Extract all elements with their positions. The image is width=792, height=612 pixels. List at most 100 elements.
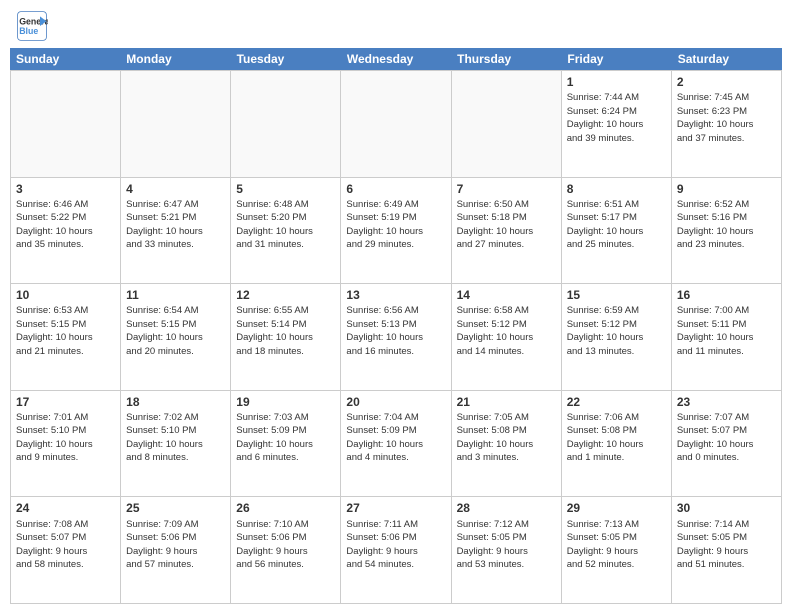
day-cell-3: 3 Sunrise: 6:46 AM Sunset: 5:22 PM Daylig…	[11, 178, 121, 284]
day-cell-15: 15 Sunrise: 6:59 AM Sunset: 5:12 PM Dayli…	[562, 284, 672, 390]
day-number: 24	[16, 500, 115, 516]
day-info: Sunrise: 7:09 AM Sunset: 5:06 PM Dayligh…	[126, 519, 198, 571]
day-cell-5: 5 Sunrise: 6:48 AM Sunset: 5:20 PM Daylig…	[231, 178, 341, 284]
day-info: Sunrise: 6:59 AM Sunset: 5:12 PM Dayligh…	[567, 305, 644, 357]
day-cell-27: 27Sunrise: 7:11 AM Sunset: 5:06 PM Dayli…	[341, 497, 451, 603]
day-number: 20	[346, 394, 445, 410]
day-number: 17	[16, 394, 115, 410]
day-number: 1	[567, 74, 666, 90]
day-cell-30: 30Sunrise: 7:14 AM Sunset: 5:05 PM Dayli…	[672, 497, 782, 603]
empty-cell	[341, 71, 451, 177]
day-info: Sunrise: 6:54 AM Sunset: 5:15 PM Dayligh…	[126, 305, 203, 357]
day-number: 10	[16, 287, 115, 303]
day-cell-9: 9 Sunrise: 6:52 AM Sunset: 5:16 PM Daylig…	[672, 178, 782, 284]
day-number: 2	[677, 74, 776, 90]
day-number: 12	[236, 287, 335, 303]
day-number: 7	[457, 181, 556, 197]
day-info: Sunrise: 6:51 AM Sunset: 5:17 PM Dayligh…	[567, 199, 644, 251]
empty-cell	[452, 71, 562, 177]
calendar: SundayMondayTuesdayWednesdayThursdayFrid…	[10, 48, 782, 604]
day-cell-17: 17 Sunrise: 7:01 AM Sunset: 5:10 PM Dayli…	[11, 391, 121, 497]
day-number: 5	[236, 181, 335, 197]
day-number: 19	[236, 394, 335, 410]
day-number: 18	[126, 394, 225, 410]
day-info: Sunrise: 7:01 AM Sunset: 5:10 PM Dayligh…	[16, 412, 93, 464]
day-number: 25	[126, 500, 225, 516]
day-cell-4: 4 Sunrise: 6:47 AM Sunset: 5:21 PM Daylig…	[121, 178, 231, 284]
header-day-tuesday: Tuesday	[231, 48, 341, 70]
day-info: Sunrise: 6:52 AM Sunset: 5:16 PM Dayligh…	[677, 199, 754, 251]
day-number: 23	[677, 394, 776, 410]
day-number: 8	[567, 181, 666, 197]
day-number: 22	[567, 394, 666, 410]
day-info: Sunrise: 6:53 AM Sunset: 5:15 PM Dayligh…	[16, 305, 93, 357]
day-cell-2: 2 Sunrise: 7:45 AM Sunset: 6:23 PM Daylig…	[672, 71, 782, 177]
day-number: 29	[567, 500, 666, 516]
day-cell-24: 24 Sunrise: 7:08 AM Sunset: 5:07 PM Dayli…	[11, 497, 121, 603]
header-day-sunday: Sunday	[10, 48, 120, 70]
day-cell-28: 28 Sunrise: 7:12 AM Sunset: 5:05 PM Dayli…	[452, 497, 562, 603]
day-cell-23: 23 Sunrise: 7:07 AM Sunset: 5:07 PM Dayli…	[672, 391, 782, 497]
day-info: Sunrise: 6:47 AM Sunset: 5:21 PM Dayligh…	[126, 199, 203, 251]
day-number: 28	[457, 500, 556, 516]
day-cell-10: 10 Sunrise: 6:53 AM Sunset: 5:15 PM Dayli…	[11, 284, 121, 390]
week-row-4: 17 Sunrise: 7:01 AM Sunset: 5:10 PM Dayli…	[11, 391, 782, 498]
day-info: Sunrise: 7:02 AM Sunset: 5:10 PM Dayligh…	[126, 412, 203, 464]
day-number: 15	[567, 287, 666, 303]
day-cell-19: 19Sunrise: 7:03 AM Sunset: 5:09 PM Dayli…	[231, 391, 341, 497]
empty-cell	[231, 71, 341, 177]
day-cell-7: 7 Sunrise: 6:50 AM Sunset: 5:18 PM Daylig…	[452, 178, 562, 284]
day-cell-20: 20 Sunrise: 7:04 AM Sunset: 5:09 PM Dayli…	[341, 391, 451, 497]
day-number: 14	[457, 287, 556, 303]
header-day-monday: Monday	[120, 48, 230, 70]
day-info: Sunrise: 7:05 AM Sunset: 5:08 PM Dayligh…	[457, 412, 534, 464]
day-info: Sunrise: 7:12 AM Sunset: 5:05 PM Dayligh…	[457, 519, 529, 571]
day-cell-11: 11 Sunrise: 6:54 AM Sunset: 5:15 PM Dayli…	[121, 284, 231, 390]
calendar-header: SundayMondayTuesdayWednesdayThursdayFrid…	[10, 48, 782, 70]
page: General Blue SundayMondayTuesdayWednesda…	[0, 0, 792, 612]
day-info: Sunrise: 7:44 AM Sunset: 6:24 PM Dayligh…	[567, 92, 644, 144]
header: General Blue	[0, 0, 792, 48]
day-info: Sunrise: 6:58 AM Sunset: 5:12 PM Dayligh…	[457, 305, 534, 357]
logo: General Blue	[16, 10, 48, 42]
day-cell-14: 14 Sunrise: 6:58 AM Sunset: 5:12 PM Dayli…	[452, 284, 562, 390]
day-cell-13: 13Sunrise: 6:56 AM Sunset: 5:13 PM Dayli…	[341, 284, 451, 390]
day-cell-25: 25 Sunrise: 7:09 AM Sunset: 5:06 PM Dayli…	[121, 497, 231, 603]
empty-cell	[121, 71, 231, 177]
day-number: 13	[346, 287, 445, 303]
day-number: 3	[16, 181, 115, 197]
week-row-5: 24 Sunrise: 7:08 AM Sunset: 5:07 PM Dayli…	[11, 497, 782, 604]
day-cell-16: 16Sunrise: 7:00 AM Sunset: 5:11 PM Dayli…	[672, 284, 782, 390]
day-info: Sunrise: 6:50 AM Sunset: 5:18 PM Dayligh…	[457, 199, 534, 251]
day-info: Sunrise: 7:14 AM Sunset: 5:05 PM Dayligh…	[677, 519, 749, 571]
day-number: 26	[236, 500, 335, 516]
day-info: Sunrise: 7:04 AM Sunset: 5:09 PM Dayligh…	[346, 412, 423, 464]
day-info: Sunrise: 6:46 AM Sunset: 5:22 PM Dayligh…	[16, 199, 93, 251]
day-number: 9	[677, 181, 776, 197]
calendar-body: 1 Sunrise: 7:44 AM Sunset: 6:24 PM Daylig…	[10, 70, 782, 604]
day-number: 16	[677, 287, 776, 303]
week-row-3: 10 Sunrise: 6:53 AM Sunset: 5:15 PM Dayli…	[11, 284, 782, 391]
day-info: Sunrise: 6:48 AM Sunset: 5:20 PM Dayligh…	[236, 199, 313, 251]
day-cell-26: 26 Sunrise: 7:10 AM Sunset: 5:06 PM Dayli…	[231, 497, 341, 603]
day-number: 4	[126, 181, 225, 197]
day-info: Sunrise: 7:08 AM Sunset: 5:07 PM Dayligh…	[16, 519, 88, 571]
day-info: Sunrise: 7:10 AM Sunset: 5:06 PM Dayligh…	[236, 519, 308, 571]
logo-icon: General Blue	[16, 10, 48, 42]
day-cell-8: 8 Sunrise: 6:51 AM Sunset: 5:17 PM Daylig…	[562, 178, 672, 284]
day-number: 11	[126, 287, 225, 303]
header-day-wednesday: Wednesday	[341, 48, 451, 70]
day-info: Sunrise: 7:07 AM Sunset: 5:07 PM Dayligh…	[677, 412, 754, 464]
day-number: 21	[457, 394, 556, 410]
header-day-thursday: Thursday	[451, 48, 561, 70]
day-info: Sunrise: 7:06 AM Sunset: 5:08 PM Dayligh…	[567, 412, 644, 464]
header-day-friday: Friday	[561, 48, 671, 70]
day-info: Sunrise: 7:45 AM Sunset: 6:23 PM Dayligh…	[677, 92, 754, 144]
header-day-saturday: Saturday	[672, 48, 782, 70]
day-cell-29: 29 Sunrise: 7:13 AM Sunset: 5:05 PM Dayli…	[562, 497, 672, 603]
empty-cell	[11, 71, 121, 177]
week-row-2: 3 Sunrise: 6:46 AM Sunset: 5:22 PM Daylig…	[11, 178, 782, 285]
day-number: 6	[346, 181, 445, 197]
week-row-1: 1 Sunrise: 7:44 AM Sunset: 6:24 PM Daylig…	[11, 71, 782, 178]
day-info: Sunrise: 7:13 AM Sunset: 5:05 PM Dayligh…	[567, 519, 639, 571]
